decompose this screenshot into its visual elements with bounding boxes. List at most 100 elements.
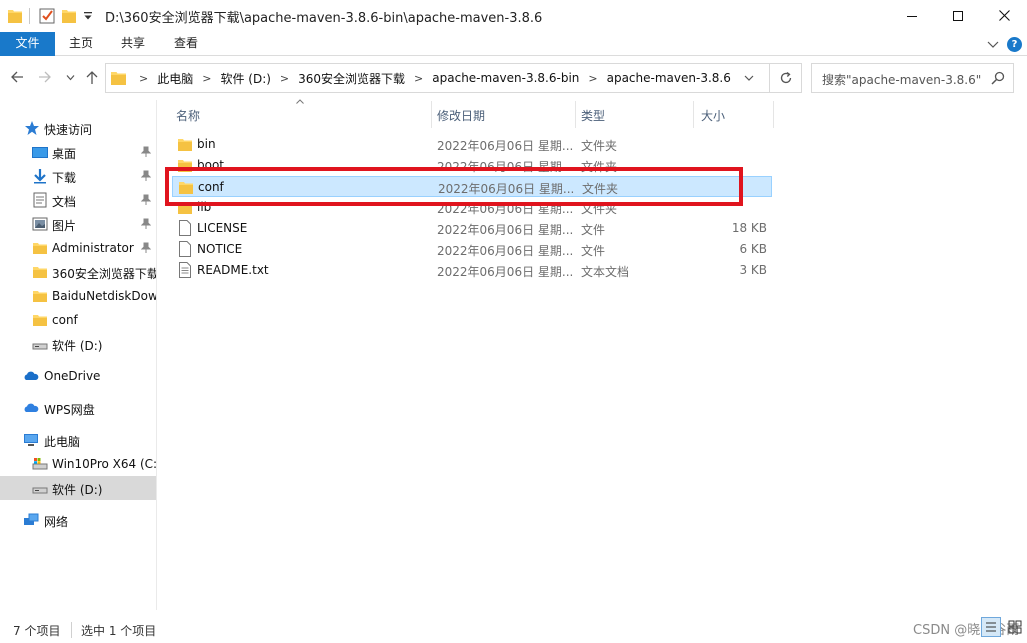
column-header-name[interactable]: 名称 bbox=[172, 101, 432, 128]
status-separator bbox=[71, 622, 72, 638]
folder-icon bbox=[33, 243, 47, 254]
sidebar-item-label: 软件 (D:) bbox=[52, 483, 103, 497]
file-row-readme[interactable]: README.txt 2022年06月06日 星期... 文本文档 3 KB bbox=[172, 260, 772, 281]
sidebar-item-label: 桌面 bbox=[52, 147, 77, 161]
properties-icon[interactable] bbox=[39, 7, 55, 24]
customize-toolbar-icon[interactable] bbox=[83, 11, 93, 21]
sidebar-item-drive-c[interactable]: Win10Pro X64 (C:) bbox=[0, 452, 156, 476]
file-row-license[interactable]: LICENSE 2022年06月06日 星期... 文件 18 KB bbox=[172, 218, 772, 239]
pin-icon[interactable] bbox=[141, 146, 151, 158]
sidebar-item-this-pc[interactable]: 此电脑 bbox=[0, 428, 156, 452]
refresh-button[interactable] bbox=[770, 63, 802, 93]
cloud-icon bbox=[24, 371, 39, 380]
system-drive-icon bbox=[32, 458, 48, 470]
tab-file[interactable]: 文件 bbox=[0, 32, 55, 56]
text-file-icon bbox=[179, 262, 191, 278]
file-type: 文件夹 bbox=[581, 139, 618, 153]
column-header-type[interactable]: 类型 bbox=[576, 101, 694, 128]
sort-ascending-icon bbox=[296, 99, 304, 104]
column-separator[interactable] bbox=[773, 101, 774, 128]
file-size: 3 KB bbox=[739, 263, 767, 277]
sidebar-item-label: BaiduNetdiskDownload bbox=[52, 289, 156, 303]
sidebar-item-wps-cloud[interactable]: WPS网盘 bbox=[0, 396, 156, 420]
pin-icon[interactable] bbox=[141, 170, 151, 182]
file-name: NOTICE bbox=[197, 242, 243, 256]
sidebar-item-drive-d[interactable]: 软件 (D:) bbox=[0, 476, 156, 500]
file-size: 6 KB bbox=[739, 242, 767, 256]
up-arrow-icon[interactable] bbox=[85, 70, 99, 85]
breadcrumb-maven-bin[interactable]: apache-maven-3.8.6-bin bbox=[432, 71, 579, 85]
navigation-pane: 快速访问 桌面 下载 文档 图片 Administrator 360安全浏览器下… bbox=[0, 110, 156, 610]
file-date: 2022年06月06日 星期... bbox=[437, 223, 574, 237]
file-date: 2022年06月06日 星期... bbox=[437, 139, 574, 153]
breadcrumb-downloads[interactable]: 360安全浏览器下载 bbox=[298, 70, 405, 87]
file-type: 文件 bbox=[581, 223, 606, 237]
breadcrumb-drive-d[interactable]: 软件 (D:) bbox=[220, 70, 270, 87]
network-icon bbox=[24, 513, 39, 525]
sidebar-item-360-downloads[interactable]: 360安全浏览器下载 bbox=[0, 260, 156, 284]
breadcrumb-separator: > bbox=[202, 71, 212, 85]
pin-icon[interactable] bbox=[141, 218, 151, 230]
sidebar-item-pictures[interactable]: 图片 bbox=[0, 212, 156, 236]
large-icons-view-icon bbox=[1008, 620, 1022, 634]
sidebar-item-onedrive[interactable]: OneDrive bbox=[0, 364, 156, 388]
file-date: 2022年06月06日 星期... bbox=[437, 244, 574, 258]
file-type: 文本文档 bbox=[581, 265, 630, 279]
sidebar-item-network[interactable]: 网络 bbox=[0, 508, 156, 532]
address-bar[interactable]: > 此电脑 > 软件 (D:) > 360安全浏览器下载 > apache-ma… bbox=[105, 63, 770, 93]
tab-home[interactable]: 主页 bbox=[60, 32, 102, 56]
minimize-button[interactable] bbox=[889, 0, 935, 31]
desktop-icon bbox=[32, 147, 48, 158]
highlight-annotation bbox=[165, 167, 743, 206]
search-placeholder: 搜索"apache-maven-3.8.6" bbox=[822, 73, 982, 87]
folder-icon[interactable] bbox=[8, 8, 22, 23]
search-icon[interactable] bbox=[991, 71, 1005, 85]
tab-view[interactable]: 查看 bbox=[165, 32, 207, 56]
pin-icon[interactable] bbox=[141, 242, 151, 254]
breadcrumb-maven[interactable]: apache-maven-3.8.6 bbox=[607, 71, 731, 85]
new-folder-icon[interactable] bbox=[62, 8, 76, 23]
sidebar-item-baidu-netdisk[interactable]: BaiduNetdiskDownload bbox=[0, 284, 156, 308]
forward-arrow-icon[interactable] bbox=[38, 70, 52, 84]
expand-ribbon-icon[interactable] bbox=[987, 39, 999, 49]
sidebar-item-label: conf bbox=[52, 313, 78, 327]
folder-icon bbox=[178, 139, 192, 151]
address-history-icon[interactable] bbox=[744, 74, 754, 82]
sidebar-item-administrator[interactable]: Administrator bbox=[0, 236, 156, 260]
maximize-button[interactable] bbox=[935, 0, 981, 31]
column-header-date[interactable]: 修改日期 bbox=[432, 101, 576, 128]
sidebar-item-documents[interactable]: 文档 bbox=[0, 188, 156, 212]
search-input[interactable]: 搜索"apache-maven-3.8.6" bbox=[811, 63, 1014, 93]
pane-divider[interactable] bbox=[156, 100, 157, 610]
computer-icon bbox=[24, 434, 38, 446]
column-header-label: 类型 bbox=[581, 109, 606, 123]
large-icons-view-button[interactable] bbox=[1005, 617, 1025, 637]
back-arrow-icon[interactable] bbox=[10, 70, 24, 84]
sidebar-item-quick-access[interactable]: 快速访问 bbox=[0, 116, 156, 140]
breadcrumb-this-pc[interactable]: 此电脑 bbox=[157, 70, 193, 87]
file-row-bin[interactable]: bin 2022年06月06日 星期... 文件夹 bbox=[172, 134, 772, 155]
breadcrumb: > 此电脑 > 软件 (D:) > 360安全浏览器下载 > apache-ma… bbox=[130, 64, 731, 92]
close-button[interactable] bbox=[981, 0, 1027, 31]
sidebar-item-label: WPS网盘 bbox=[44, 403, 95, 417]
breadcrumb-separator: > bbox=[279, 71, 290, 85]
sidebar-item-conf[interactable]: conf bbox=[0, 308, 156, 332]
sidebar-item-drive-d-quick[interactable]: 软件 (D:) bbox=[0, 332, 156, 356]
file-row-notice[interactable]: NOTICE 2022年06月06日 星期... 文件 6 KB bbox=[172, 239, 772, 260]
breadcrumb-separator: > bbox=[414, 71, 424, 85]
help-button[interactable]: ? bbox=[1007, 37, 1022, 52]
breadcrumb-separator: > bbox=[139, 71, 149, 85]
details-view-button[interactable] bbox=[981, 617, 1001, 637]
sidebar-item-label: 文档 bbox=[52, 195, 77, 209]
sidebar-item-label: Administrator bbox=[52, 241, 134, 255]
column-header-size[interactable]: 大小 bbox=[694, 101, 774, 128]
sidebar-item-downloads[interactable]: 下载 bbox=[0, 164, 156, 188]
recent-locations-icon[interactable] bbox=[66, 74, 75, 81]
maximize-icon bbox=[953, 10, 963, 21]
sidebar-item-label: 图片 bbox=[52, 219, 77, 233]
folder-icon bbox=[33, 267, 47, 278]
tab-share[interactable]: 共享 bbox=[112, 32, 154, 56]
sidebar-item-desktop[interactable]: 桌面 bbox=[0, 140, 156, 164]
quick-access-separator bbox=[29, 8, 30, 24]
pin-icon[interactable] bbox=[141, 194, 151, 206]
